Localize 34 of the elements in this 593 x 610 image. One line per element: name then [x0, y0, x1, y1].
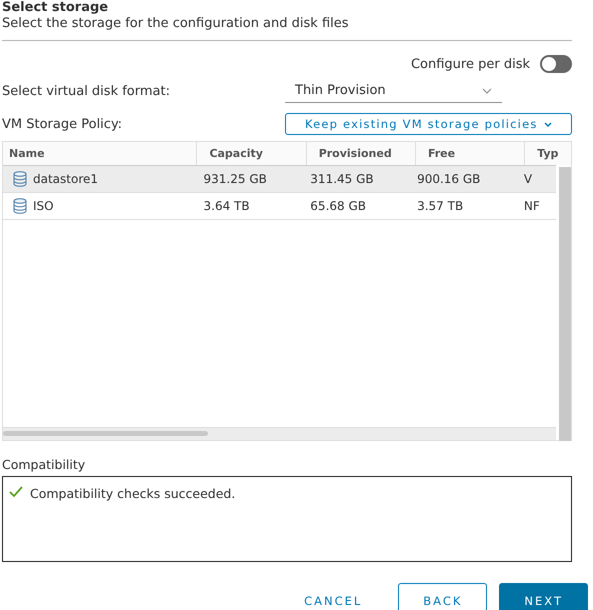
section-label: Compatibility — [2, 457, 86, 472]
database-icon — [13, 171, 27, 187]
wizard-button[interactable]: NEXT — [499, 583, 588, 610]
table-cell: 311.45 GB — [310, 172, 374, 186]
horizontal-scrollbar[interactable] — [3, 427, 556, 440]
table-cell: 65.68 GB — [310, 199, 366, 213]
chevron-down-icon — [482, 88, 492, 94]
scrollbar-thumb[interactable] — [559, 167, 571, 441]
table-cell: datastore1 — [33, 172, 98, 186]
table-cell: 3.64 TB — [204, 199, 250, 213]
column-header[interactable]: Capacity — [196, 142, 306, 165]
toggle-switch[interactable] — [540, 55, 572, 73]
disk-format-dropdown[interactable]: Thin Provision — [285, 79, 502, 103]
table-cell: 931.25 GB — [204, 172, 267, 186]
column-header[interactable]: Name — [3, 142, 196, 165]
page-subtitle: Select the storage for the configuration and disk files — [2, 16, 350, 31]
compatibility-message: Compatibility checks succeeded. — [30, 486, 236, 501]
chevron-down-icon — [544, 122, 552, 126]
field-label: VM Storage Policy: — [2, 116, 124, 132]
wizard-button[interactable]: CANCEL — [280, 583, 386, 610]
toggle-label: Configure per disk — [410, 56, 530, 72]
table-cell: V — [524, 172, 532, 186]
database-icon — [13, 198, 27, 214]
column-header[interactable]: Free — [414, 142, 524, 165]
table-row[interactable]: datastore1 931.25 GB 311.45 GB 900.16 GB V — [3, 166, 558, 193]
column-header[interactable]: Provisioned — [306, 142, 415, 165]
table-cell: 3.57 TB — [417, 199, 464, 213]
table-cell: 900.16 GB — [417, 172, 480, 186]
field-label: Select virtual disk format: — [2, 84, 171, 98]
wizard-button[interactable]: BACK — [398, 583, 488, 610]
storage-policy-dropdown[interactable]: Keep existing VM storage policies — [284, 113, 572, 135]
table-cell: ISO — [33, 199, 54, 213]
page-title: Select storage — [2, 0, 110, 15]
table-cell: NF — [524, 199, 540, 213]
